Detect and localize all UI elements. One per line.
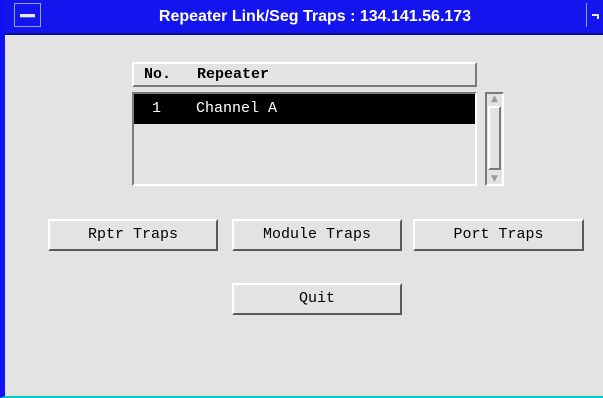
minus-icon	[20, 14, 35, 18]
port-traps-button[interactable]: Port Traps	[413, 219, 584, 251]
list-item-number: 1	[152, 100, 162, 117]
rptr-traps-button[interactable]: Rptr Traps	[48, 219, 218, 251]
scroll-down-arrow-icon[interactable]: ▼	[489, 174, 500, 184]
traps-window: Repeater Link/Seg Traps : 134.141.56.173…	[0, 0, 603, 398]
module-traps-button[interactable]: Module Traps	[232, 219, 402, 251]
column-header-repeater: Repeater	[197, 66, 270, 83]
corner-icon-tick	[597, 14, 599, 19]
list-item-repeater: Channel A	[196, 100, 278, 117]
list-header: No. Repeater	[132, 62, 477, 87]
window-menu-button[interactable]	[14, 3, 41, 27]
quit-button[interactable]: Quit	[232, 283, 402, 315]
list-item[interactable]: 1 Channel A	[134, 94, 475, 124]
scroll-up-arrow-icon[interactable]: ▲	[489, 94, 500, 104]
title-bar[interactable]: Repeater Link/Seg Traps : 134.141.56.173	[5, 0, 603, 35]
repeater-list[interactable]: 1 Channel A	[132, 92, 477, 186]
scrollbar-thumb[interactable]	[488, 106, 501, 170]
column-header-no: No.	[144, 66, 172, 83]
vertical-scrollbar[interactable]: ▲ ▼	[485, 92, 504, 186]
window-title: Repeater Link/Seg Traps : 134.141.56.173	[158, 8, 472, 25]
window-corner-button[interactable]	[586, 3, 603, 27]
